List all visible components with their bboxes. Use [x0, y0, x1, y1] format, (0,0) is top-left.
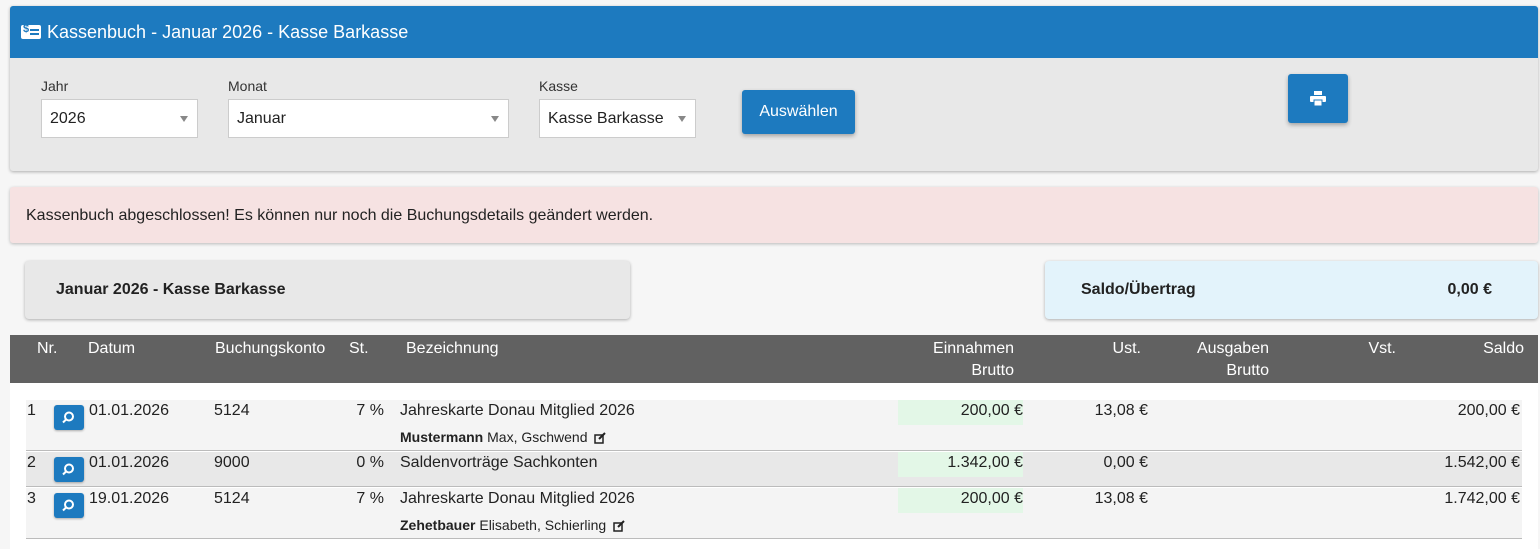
balance-value: 0,00 €: [1447, 281, 1492, 298]
person-lastname: Mustermann: [400, 429, 484, 445]
edit-icon[interactable]: [594, 432, 607, 444]
person-lastname: Zehetbauer: [400, 517, 476, 533]
page-title: Kassenbuch - Januar 2026 - Kasse Barkass…: [47, 21, 409, 42]
header-saldo: Saldo: [1483, 340, 1524, 357]
filter-panel: Kassenbuch - Januar 2026 - Kasse Barkass…: [10, 6, 1538, 171]
row-st: 7 %: [356, 402, 384, 419]
header-einnahmen-line1: Einnahmen: [933, 340, 1014, 357]
period-title: Januar 2026 - Kasse Barkasse: [56, 281, 286, 298]
row-datum: 19.01.2026: [89, 490, 170, 507]
register-label: Kasse: [539, 78, 578, 94]
row-konto: 5124: [214, 402, 250, 419]
header-vst: Vst.: [1368, 340, 1396, 357]
row-einnahmen: 200,00 €: [898, 488, 1023, 513]
row-ust: 13,08 €: [1094, 490, 1148, 507]
row-einnahmen: 1.342,00 €: [898, 452, 1023, 477]
row-person: Mustermann Max, Gschwend: [400, 429, 607, 445]
period-card: Januar 2026 - Kasse Barkasse: [25, 261, 630, 319]
print-icon: [1310, 91, 1326, 106]
row-saldo: 1.542,00 €: [1444, 454, 1520, 471]
chevron-down-icon: [180, 116, 188, 122]
balance-label: Saldo/Übertrag: [1081, 281, 1196, 298]
row-datum: 01.01.2026: [89, 454, 170, 471]
cash-icon: [21, 23, 41, 39]
month-select[interactable]: Januar: [228, 99, 509, 138]
row-nr: 1: [27, 402, 36, 419]
year-select[interactable]: 2026: [41, 99, 198, 138]
table-row: 2 01.01.2026 9000 0 % Saldenvorträge Sac…: [26, 452, 1522, 487]
row-datum: 01.01.2026: [89, 402, 170, 419]
alert-text: Kassenbuch abgeschlossen! Es können nur …: [26, 207, 654, 224]
header-st: St.: [349, 340, 369, 357]
print-button[interactable]: [1288, 74, 1348, 123]
header-einnahmen-line2: Brutto: [971, 362, 1014, 379]
person-rest: Elisabeth, Schierling: [479, 517, 607, 533]
header-ausgaben-line1: Ausgaben: [1196, 340, 1269, 357]
chevron-down-icon: [678, 116, 686, 122]
header-nr: Nr.: [37, 340, 58, 357]
row-saldo: 1.742,00 €: [1444, 490, 1520, 507]
row-ust: 0,00 €: [1103, 454, 1148, 471]
table-header: Nr. Datum Buchungskonto St. Bezeichnung …: [10, 335, 1538, 383]
row-konto: 5124: [214, 490, 250, 507]
detail-button[interactable]: [54, 493, 84, 518]
row-st: 0 %: [356, 454, 384, 471]
header-ust: Ust.: [1112, 340, 1141, 357]
detail-button[interactable]: [54, 405, 84, 430]
header-ausgaben: Ausgaben Brutto: [1197, 338, 1269, 382]
row-bezeichnung: Jahreskarte Donau Mitglied 2026: [400, 490, 635, 507]
person-rest: Max, Gschwend: [487, 429, 588, 445]
month-label: Monat: [228, 78, 267, 94]
month-value: Januar: [237, 109, 286, 127]
edit-icon[interactable]: [613, 520, 625, 532]
row-bezeichnung: Saldenvorträge Sachkonten: [400, 454, 598, 471]
table-row: 1 01.01.2026 5124 7 % Jahreskarte Donau …: [26, 400, 1522, 451]
header-ausgaben-line2: Brutto: [1226, 362, 1269, 379]
select-button[interactable]: Auswählen: [742, 90, 855, 134]
register-value: Kasse Barkasse: [548, 109, 664, 127]
header-einnahmen: Einnahmen Brutto: [933, 338, 1014, 382]
header-konto: Buchungskonto: [215, 340, 326, 357]
header-datum: Datum: [88, 340, 136, 357]
balance-card: Saldo/Übertrag 0,00 €: [1045, 261, 1538, 319]
table-body: 1 01.01.2026 5124 7 % Jahreskarte Donau …: [10, 383, 1538, 549]
row-st: 7 %: [356, 490, 384, 507]
header-bezeichnung: Bezeichnung: [406, 340, 499, 357]
panel-header: Kassenbuch - Januar 2026 - Kasse Barkass…: [10, 6, 1538, 58]
row-ust: 13,08 €: [1094, 402, 1148, 419]
register-select[interactable]: Kasse Barkasse: [539, 99, 696, 138]
closed-alert: Kassenbuch abgeschlossen! Es können nur …: [10, 187, 1538, 243]
row-saldo: 200,00 €: [1457, 402, 1520, 419]
table-row: 3 19.01.2026 5124 7 % Jahreskarte Donau …: [26, 488, 1522, 539]
detail-button[interactable]: [54, 457, 84, 482]
row-konto: 9000: [214, 454, 250, 471]
row-nr: 2: [27, 454, 36, 471]
row-bezeichnung: Jahreskarte Donau Mitglied 2026: [400, 402, 635, 419]
magnifier-icon: [62, 463, 74, 476]
year-value: 2026: [50, 109, 86, 127]
magnifier-icon: [62, 499, 74, 512]
magnifier-icon: [62, 411, 74, 424]
row-person: Zehetbauer Elisabeth, Schierling: [400, 517, 625, 533]
row-einnahmen: 200,00 €: [898, 400, 1023, 425]
year-label: Jahr: [41, 78, 69, 94]
chevron-down-icon: [491, 116, 499, 122]
row-nr: 3: [27, 490, 36, 507]
